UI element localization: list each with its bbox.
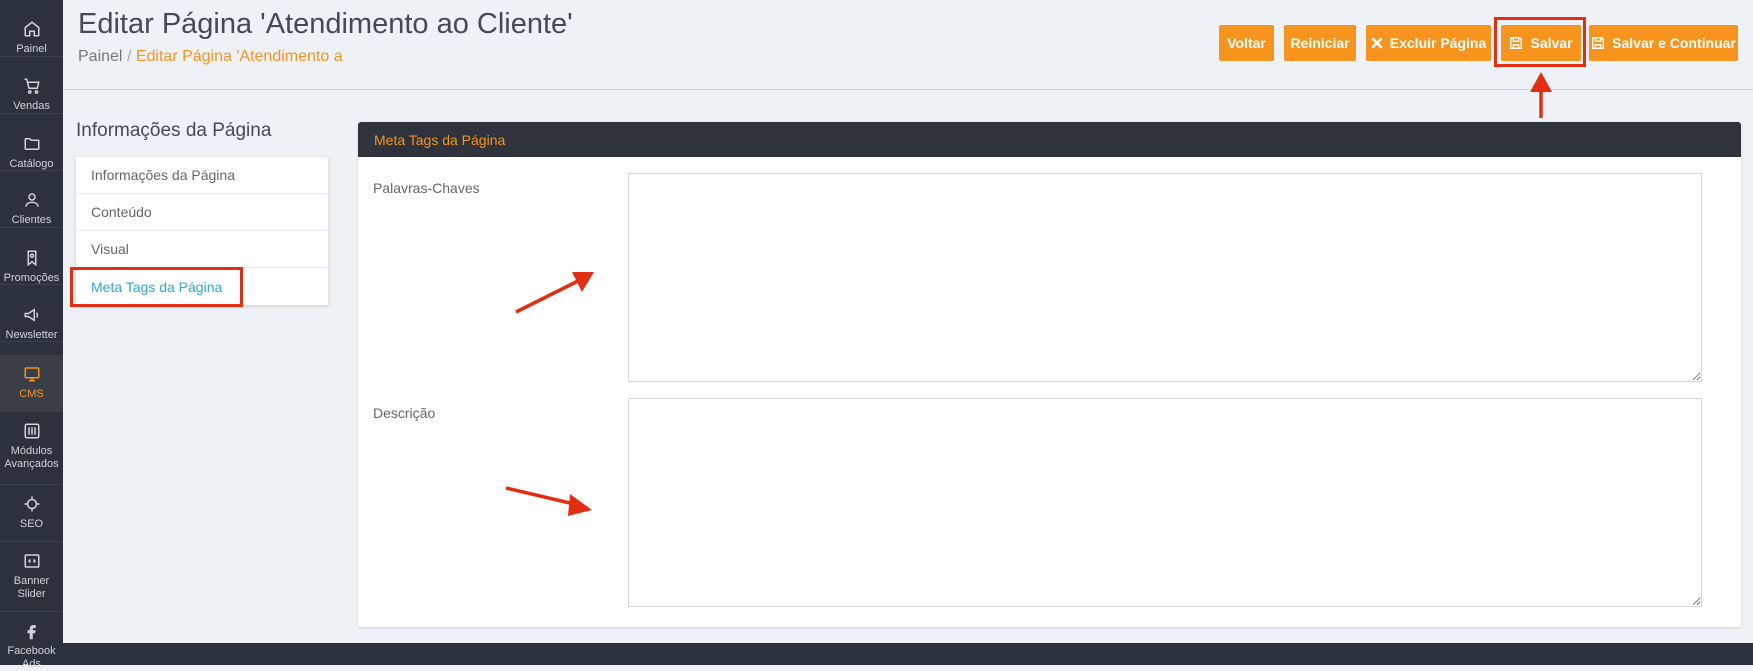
sidebar-item-label: Painel — [16, 43, 47, 55]
sidebar-item-label: Banner Slider — [13, 575, 50, 600]
delete-page-button-label: Excluir Página — [1389, 35, 1487, 51]
user-icon — [23, 191, 41, 209]
facebook-icon — [23, 622, 41, 640]
code-icon — [23, 552, 41, 570]
sidebar-item-label: Newsletter — [5, 329, 58, 341]
breadcrumb-root[interactable]: Painel — [78, 48, 122, 65]
sidebar-item-label: Clientes — [11, 214, 52, 226]
delete-page-button[interactable]: Excluir Página — [1366, 25, 1491, 61]
sidebar-item-label: Catálogo — [9, 158, 54, 170]
sidebar-item-label: SEO — [19, 518, 44, 530]
sidebar-item-banner-slider[interactable]: Banner Slider — [0, 542, 63, 612]
sidebar-item-label: Módulos Avançados — [4, 445, 59, 470]
footer-bar — [63, 643, 1753, 665]
monitor-icon — [23, 365, 41, 383]
annotation-arrow-keywords — [515, 272, 594, 314]
tab-page-info[interactable]: Informações da Página — [76, 157, 328, 194]
sidebar-item-label: Promoções — [3, 272, 60, 284]
back-button[interactable]: Voltar — [1219, 25, 1274, 61]
folder-icon — [23, 135, 41, 153]
floppy-disk-icon — [1591, 36, 1605, 50]
section-title: Informações da Página — [76, 120, 272, 141]
meta-tags-tab-highlight — [70, 267, 243, 307]
annotation-arrow-up — [1530, 72, 1552, 118]
sidebar-item-label: CMS — [19, 388, 44, 400]
save-button-highlight — [1494, 17, 1586, 67]
megaphone-icon — [23, 306, 41, 324]
home-icon — [23, 20, 41, 38]
reset-button[interactable]: Reiniciar — [1284, 25, 1356, 61]
sidebar-item-seo[interactable]: SEO — [0, 485, 63, 542]
breadcrumb: Painel / Editar Página 'Atendimento a — [78, 48, 343, 66]
sidebar-item-label: Vendas — [13, 100, 50, 112]
back-button-label: Voltar — [1227, 35, 1266, 51]
close-icon — [1371, 37, 1383, 49]
sidebar-item-catalogo[interactable]: Catálogo — [0, 114, 63, 171]
sidebar-item-cms[interactable]: CMS — [0, 355, 63, 412]
sidebar-item-label: Facebook Ads — [7, 645, 56, 670]
sidebar-item-vendas[interactable]: Vendas — [0, 57, 63, 114]
meta-tags-panel: Meta Tags da Página Palavras-Chaves Desc… — [358, 122, 1741, 627]
tab-content[interactable]: Conteúdo — [76, 194, 328, 231]
sidebar: Painel Vendas Catálogo Clientes Promoçõe… — [0, 0, 63, 670]
cart-icon — [23, 77, 41, 95]
keywords-label: Palavras-Chaves — [373, 180, 480, 196]
breadcrumb-current: Editar Página 'Atendimento a — [135, 48, 343, 65]
crosshair-icon — [23, 495, 41, 513]
save-and-continue-button[interactable]: Salvar e Continuar — [1589, 25, 1738, 61]
reset-button-label: Reiniciar — [1290, 35, 1350, 51]
tab-visual[interactable]: Visual — [76, 231, 328, 268]
breadcrumb-separator: / — [126, 48, 132, 65]
description-label: Descrição — [373, 405, 436, 421]
panel-header: Meta Tags da Página — [358, 122, 1741, 157]
sidebar-item-clientes[interactable]: Clientes — [0, 171, 63, 228]
save-and-continue-button-label: Salvar e Continuar — [1612, 35, 1736, 51]
sidebar-item-promocoes[interactable]: Promoções — [0, 228, 63, 285]
sidebar-item-facebook-ads[interactable]: Facebook Ads — [0, 612, 63, 670]
description-textarea[interactable] — [628, 398, 1702, 607]
page-title: Editar Página 'Atendimento ao Cliente' — [78, 8, 573, 40]
annotation-arrow-description — [505, 486, 592, 516]
sidebar-item-painel[interactable]: Painel — [0, 0, 63, 57]
sliders-icon — [23, 422, 41, 440]
bookmark-icon — [23, 249, 41, 267]
keywords-textarea[interactable] — [628, 173, 1702, 382]
sidebar-item-newsletter[interactable]: Newsletter — [0, 285, 63, 342]
sidebar-item-modulos-avancados[interactable]: Módulos Avançados — [0, 412, 63, 485]
